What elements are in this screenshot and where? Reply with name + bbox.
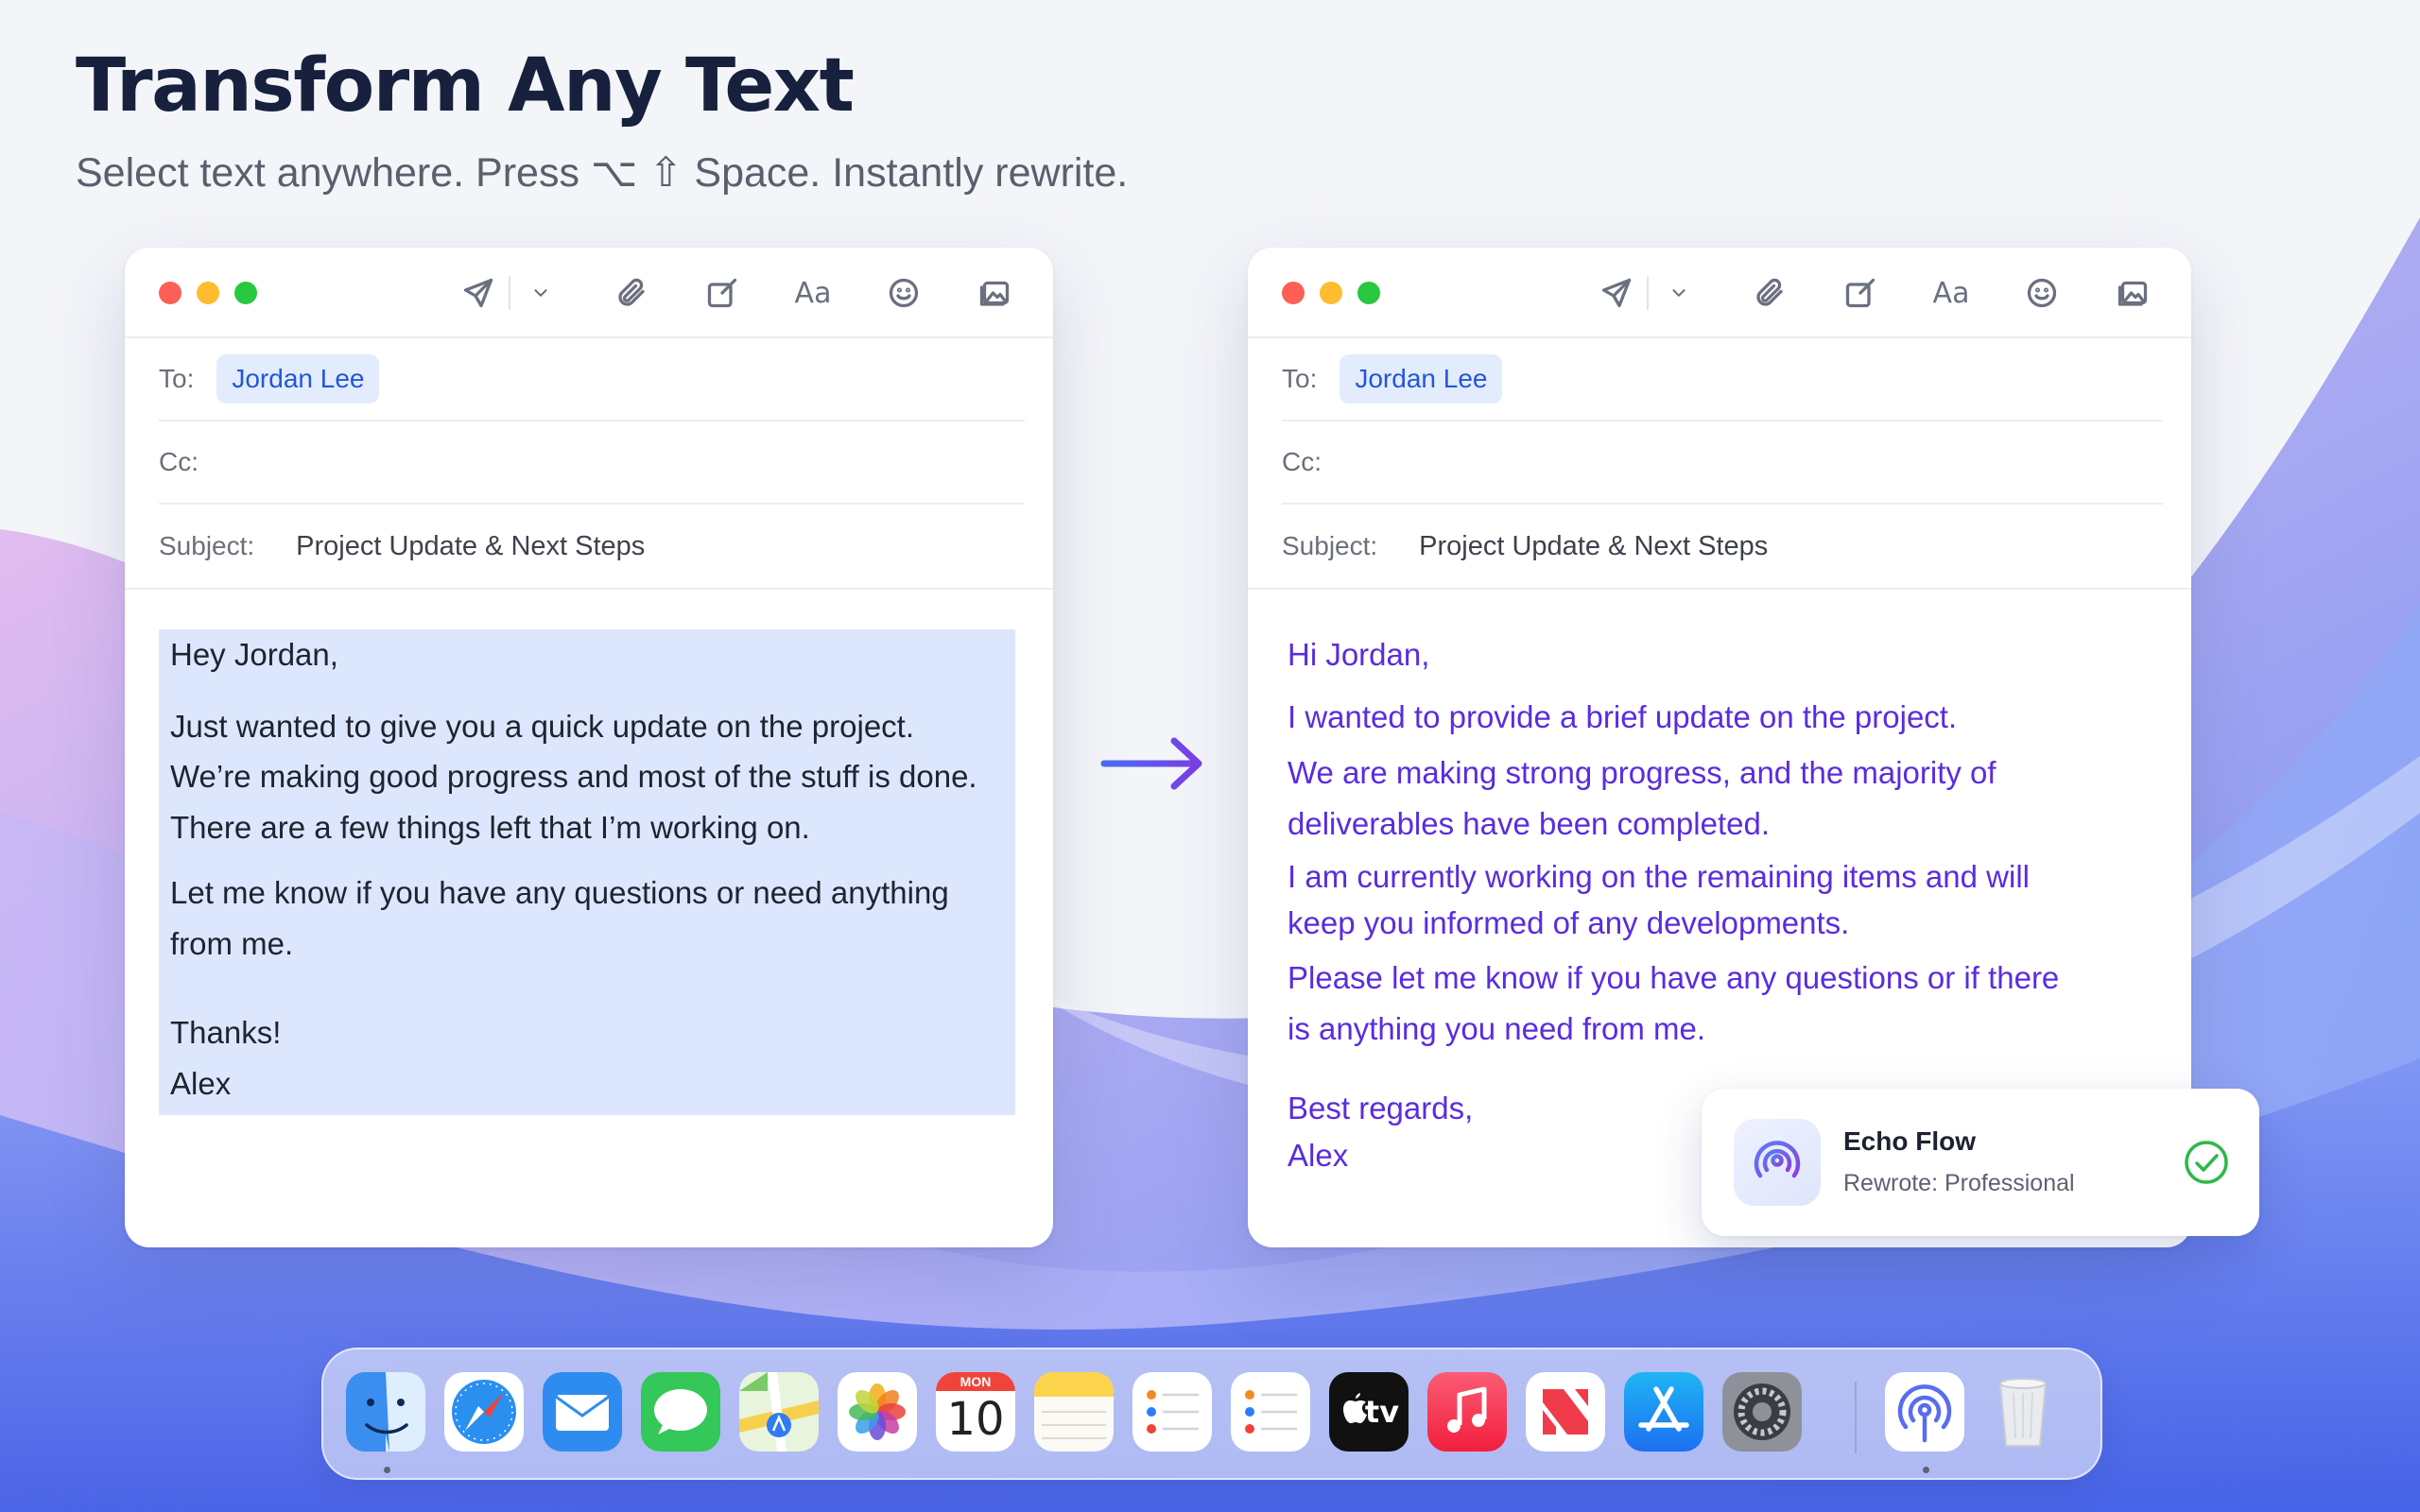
notification-title: Echo Flow [1843, 1126, 1976, 1156]
messages-icon[interactable] [641, 1372, 720, 1452]
notification-status: Rewrote: Professional [1843, 1170, 2075, 1196]
body-line: Hey Jordan, [170, 637, 338, 672]
rewritten-line: is anything you need from me. [1288, 1011, 1706, 1046]
music-icon[interactable] [1427, 1372, 1507, 1452]
tv-label: tv [1364, 1394, 1400, 1430]
reminders-icon[interactable] [1132, 1372, 1212, 1452]
rewritten-line: Alex [1288, 1138, 1349, 1173]
minimize-button[interactable] [197, 282, 219, 304]
header-divider [125, 588, 1053, 590]
subject-value[interactable]: Project Update & Next Steps [1419, 531, 1768, 562]
font-icon[interactable]: Aa [1927, 268, 1976, 318]
photo-icon[interactable] [970, 268, 1019, 318]
cc-row[interactable]: Cc: [159, 421, 1025, 505]
body-line: Thanks! [170, 1015, 282, 1050]
subject-row[interactable]: Subject: Project Update & Next Steps [1282, 505, 2163, 588]
chevron-down-icon[interactable] [516, 268, 565, 318]
maps-icon[interactable] [739, 1372, 819, 1452]
echo-flow-dock-icon[interactable] [1885, 1372, 1964, 1452]
to-label: To: [159, 364, 195, 393]
calendar-day: 10 [946, 1393, 1005, 1446]
body-line: from me. [170, 926, 294, 961]
body-line: We’re making good progress and most of t… [170, 759, 977, 794]
paperclip-icon[interactable] [1745, 268, 1794, 318]
body-line: Alex [170, 1066, 232, 1101]
to-label: To: [1282, 364, 1318, 393]
arrow-right-icon [1100, 737, 1202, 790]
text-selection-highlight[interactable] [159, 629, 1015, 1115]
rewritten-line: Hi Jordan, [1288, 637, 1430, 672]
rewritten-line: I am currently working on the remaining … [1288, 859, 2030, 894]
photo-icon[interactable] [2108, 268, 2157, 318]
rewritten-line: Please let me know if you have any quest… [1288, 960, 2060, 995]
close-button[interactable] [159, 282, 182, 304]
safari-icon[interactable] [444, 1372, 524, 1452]
calendar-icon[interactable]: MON 10 [936, 1372, 1015, 1452]
to-row: To: Jordan Lee [159, 338, 1025, 421]
apple-tv-icon[interactable]: tv [1329, 1372, 1409, 1452]
running-indicator [384, 1467, 390, 1473]
font-icon[interactable]: Aa [788, 268, 838, 318]
emoji-icon[interactable] [879, 268, 928, 318]
cc-label: Cc: [159, 447, 199, 476]
trash-icon[interactable] [1983, 1372, 2063, 1452]
recipient-chip[interactable]: Jordan Lee [1340, 354, 1503, 404]
dock-divider [1855, 1382, 1857, 1453]
dock: MON 10 tv [321, 1348, 2102, 1480]
mail-app-icon[interactable] [543, 1372, 622, 1452]
rewritten-line: We are making strong progress, and the m… [1288, 755, 1996, 790]
body-line: There are a few things left that I’m wor… [170, 810, 810, 845]
minimize-button[interactable] [1320, 282, 1342, 304]
rewritten-line: Best regards, [1288, 1091, 1474, 1125]
to-row: To: Jordan Lee [1282, 338, 2163, 421]
cc-label: Cc: [1282, 447, 1322, 476]
compose-icon[interactable] [1836, 268, 1885, 318]
body-line: Let me know if you have any questions or… [170, 875, 949, 910]
news-icon[interactable] [1526, 1372, 1605, 1452]
subject-label: Subject: [159, 531, 255, 560]
page-subtitle: Select text anywhere. Press ⌥ ⇧ Space. I… [76, 150, 1129, 196]
subject-label: Subject: [1282, 531, 1378, 560]
header-divider [1248, 588, 2191, 590]
window-titlebar: Aa [125, 248, 1053, 338]
window-titlebar: Aa [1248, 248, 2191, 338]
system-settings-icon[interactable] [1722, 1372, 1802, 1452]
mail-toolbar: Aa [454, 268, 1019, 318]
send-icon[interactable] [454, 268, 503, 318]
subject-row[interactable]: Subject: Project Update & Next Steps [159, 505, 1025, 588]
recipient-chip[interactable]: Jordan Lee [216, 354, 380, 404]
send-icon[interactable] [1592, 268, 1641, 318]
rewritten-line: deliverables have been completed. [1288, 806, 1771, 841]
body-line: Just wanted to give you a quick update o… [170, 709, 915, 744]
finder-icon[interactable] [346, 1372, 425, 1452]
traffic-lights [159, 282, 257, 304]
photos-icon[interactable] [838, 1372, 917, 1452]
toolbar-divider [1647, 276, 1649, 310]
mail-toolbar: Aa [1592, 268, 2157, 318]
traffic-lights [1282, 282, 1380, 304]
close-button[interactable] [1282, 282, 1305, 304]
mail-window-original: Aa To: Jordan Lee Cc: Subject: Project U… [125, 248, 1053, 1247]
paperclip-icon[interactable] [607, 268, 656, 318]
subject-value[interactable]: Project Update & Next Steps [296, 531, 645, 562]
running-indicator [1923, 1467, 1929, 1473]
calendar-month: MON [936, 1372, 1015, 1391]
zoom-button[interactable] [234, 282, 257, 304]
echo-flow-icon [1734, 1119, 1821, 1206]
notes-icon[interactable] [1034, 1372, 1114, 1452]
chevron-down-icon[interactable] [1654, 268, 1703, 318]
compose-icon[interactable] [698, 268, 747, 318]
app-store-icon[interactable] [1624, 1372, 1703, 1452]
page-title: Transform Any Text [76, 43, 855, 129]
emoji-icon[interactable] [2017, 268, 2066, 318]
rewritten-line: keep you informed of any developments. [1288, 905, 1850, 940]
toolbar-divider [509, 276, 510, 310]
zoom-button[interactable] [1357, 282, 1380, 304]
rewritten-line: I wanted to provide a brief update on th… [1288, 699, 1958, 734]
reminders-icon[interactable] [1231, 1372, 1310, 1452]
checkmark-circle-icon [2185, 1141, 2228, 1184]
cc-row[interactable]: Cc: [1282, 421, 2163, 505]
echo-flow-notification[interactable]: Echo Flow Rewrote: Professional [1702, 1089, 2259, 1236]
